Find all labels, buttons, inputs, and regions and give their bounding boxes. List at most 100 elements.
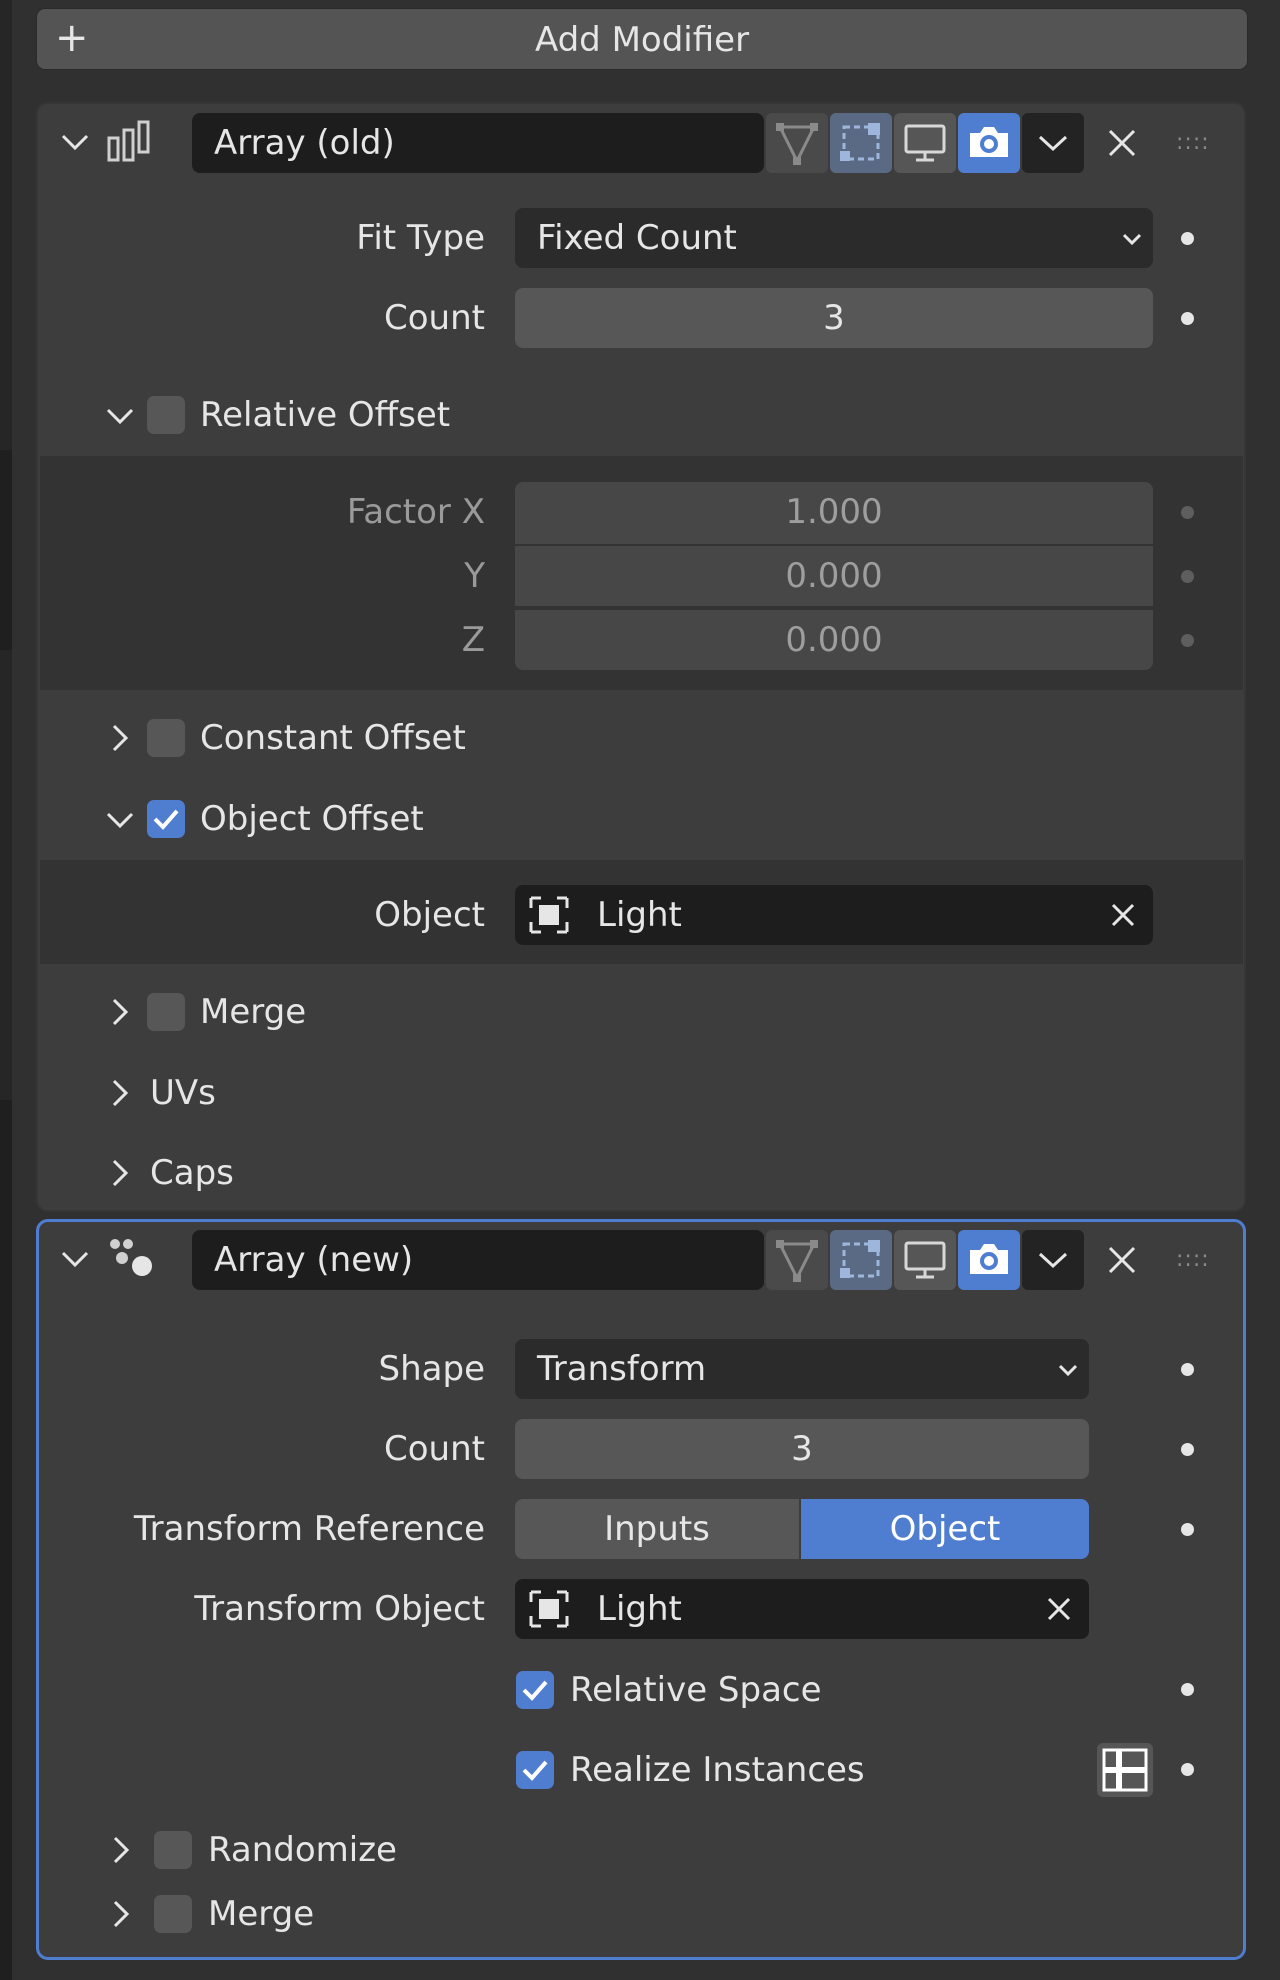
merge-label: Merge [208, 1894, 315, 1934]
close-icon [1108, 1246, 1136, 1274]
array-modifier-icon [106, 118, 156, 166]
modifier-extra-menu-button[interactable] [1022, 1230, 1084, 1290]
keyframe-dot-icon[interactable] [1181, 634, 1194, 647]
checkmark-icon [522, 1680, 548, 1701]
keyframe-dot-icon[interactable] [1181, 1363, 1194, 1376]
modifier-extra-menu-button[interactable] [1022, 113, 1084, 173]
add-modifier-label: Add Modifier [534, 20, 750, 60]
object-square-icon [529, 1590, 569, 1628]
randomize-chevron-right-icon[interactable] [101, 1830, 141, 1870]
keyframe-dot-icon[interactable] [1181, 1443, 1194, 1456]
edit-mode-toggle[interactable] [830, 113, 892, 173]
y-label: Y [464, 556, 485, 596]
modifier-name-field[interactable]: Array (old) [192, 113, 764, 173]
chevron-down-icon [1038, 135, 1068, 152]
close-icon [1108, 129, 1136, 157]
transform-object-field[interactable]: Light [515, 1579, 1089, 1639]
geometry-nodes-array-icon [106, 1234, 158, 1282]
viewport-display-toggle[interactable] [894, 113, 956, 173]
count-field[interactable]: 3 [515, 288, 1153, 348]
object-label: Object [374, 895, 485, 935]
camera-icon [970, 127, 1008, 157]
chevron-down-icon [1122, 233, 1142, 246]
monitor-icon [904, 124, 946, 162]
transform-object-label: Transform Object [194, 1589, 485, 1629]
transform-object-value: Light [597, 1589, 682, 1629]
node-group-button[interactable] [1097, 1743, 1153, 1797]
count-field[interactable]: 3 [515, 1419, 1089, 1479]
keyframe-dot-icon[interactable] [1181, 312, 1194, 325]
chevron-down-icon [1038, 1252, 1068, 1269]
monitor-icon [904, 1241, 946, 1279]
remove-modifier-button[interactable] [1100, 1230, 1144, 1290]
object-square-icon [529, 896, 569, 934]
constant-offset-checkbox[interactable] [147, 719, 185, 757]
modifier-name-field[interactable]: Array (new) [192, 1230, 764, 1290]
shape-value: Transform [537, 1349, 707, 1389]
panel-collapse-chevron-down-icon[interactable] [55, 1239, 95, 1279]
merge-chevron-right-icon[interactable] [100, 992, 140, 1032]
transform-reference-inputs-option[interactable]: Inputs [515, 1499, 799, 1559]
fit-type-dropdown[interactable]: Fixed Count [515, 208, 1153, 268]
z-label: Z [461, 620, 485, 660]
chevron-down-icon [1058, 1364, 1078, 1377]
relative-offset-chevron-down-icon[interactable] [100, 396, 140, 436]
factor-x-field[interactable]: 1.000 [515, 482, 1153, 544]
merge-chevron-right-icon[interactable] [101, 1894, 141, 1934]
uvs-chevron-right-icon[interactable] [100, 1073, 140, 1113]
constant-offset-chevron-right-icon[interactable] [100, 718, 140, 758]
count-label: Count [384, 298, 485, 338]
keyframe-dot-icon[interactable] [1181, 1763, 1194, 1776]
fit-type-value: Fixed Count [537, 218, 737, 258]
transform-reference-object-option[interactable]: Object [801, 1499, 1089, 1559]
caps-chevron-right-icon[interactable] [100, 1153, 140, 1193]
object-value: Light [597, 895, 682, 935]
add-modifier-button[interactable]: + Add Modifier [36, 8, 1248, 70]
fit-type-label: Fit Type [356, 218, 485, 258]
edit-mode-cage-toggle[interactable] [766, 113, 828, 173]
randomize-label: Randomize [208, 1830, 397, 1870]
keyframe-dot-icon[interactable] [1181, 570, 1194, 583]
relative-offset-checkbox[interactable] [147, 396, 185, 434]
object-field[interactable]: Light [515, 885, 1153, 945]
left-edge-strip [0, 0, 12, 1980]
merge-checkbox[interactable] [154, 1895, 192, 1933]
triangle-vertices-icon [776, 123, 818, 165]
keyframe-dot-icon[interactable] [1181, 232, 1194, 245]
realize-instances-checkbox[interactable] [516, 1751, 554, 1789]
uvs-label[interactable]: UVs [150, 1063, 216, 1123]
camera-icon [970, 1244, 1008, 1274]
merge-label: Merge [200, 992, 307, 1032]
keyframe-dot-icon[interactable] [1181, 1523, 1194, 1536]
render-toggle[interactable] [958, 1230, 1020, 1290]
object-offset-chevron-down-icon[interactable] [100, 800, 140, 840]
edit-mode-cage-toggle[interactable] [766, 1230, 828, 1290]
z-field[interactable]: 0.000 [515, 610, 1153, 670]
merge-checkbox[interactable] [147, 993, 185, 1031]
render-toggle[interactable] [958, 113, 1020, 173]
viewport-display-toggle[interactable] [894, 1230, 956, 1290]
edit-mode-toggle[interactable] [830, 1230, 892, 1290]
relative-space-checkbox[interactable] [516, 1671, 554, 1709]
edit-mode-icon [840, 123, 880, 161]
triangle-vertices-icon [776, 1240, 818, 1282]
clear-close-icon[interactable] [1045, 1595, 1073, 1623]
clear-close-icon[interactable] [1109, 901, 1137, 929]
transform-reference-label: Transform Reference [133, 1509, 485, 1549]
keyframe-dot-icon[interactable] [1181, 506, 1194, 519]
caps-label[interactable]: Caps [150, 1143, 234, 1203]
drag-handle-icon[interactable]: :::: [1176, 1230, 1210, 1290]
randomize-checkbox[interactable] [154, 1831, 192, 1869]
keyframe-dot-icon[interactable] [1181, 1683, 1194, 1696]
object-offset-label: Object Offset [200, 799, 424, 839]
drag-handle-icon[interactable]: :::: [1176, 113, 1210, 173]
panel-collapse-chevron-down-icon[interactable] [55, 122, 95, 162]
remove-modifier-button[interactable] [1100, 113, 1144, 173]
checkmark-icon [522, 1760, 548, 1781]
constant-offset-label: Constant Offset [200, 718, 466, 758]
object-offset-checkbox[interactable] [147, 800, 185, 838]
y-field[interactable]: 0.000 [515, 546, 1153, 606]
count-label: Count [384, 1429, 485, 1469]
realize-instances-label: Realize Instances [570, 1750, 865, 1790]
shape-dropdown[interactable]: Transform [515, 1339, 1089, 1399]
